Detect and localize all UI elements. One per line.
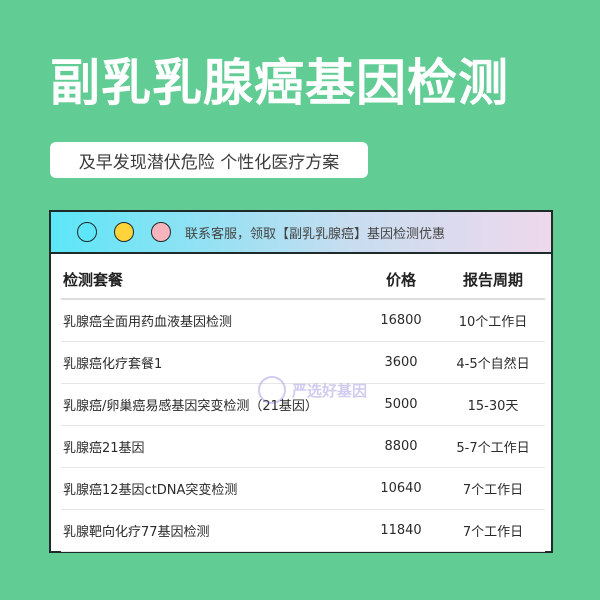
package-name: 乳腺癌12基因ctDNA突变检测 xyxy=(61,467,361,510)
package-price: 11840 xyxy=(361,509,441,552)
package-period: 10个工作日 xyxy=(441,299,545,342)
package-name: 乳腺癌化疗套餐1 xyxy=(61,341,361,384)
package-price: 10640 xyxy=(361,467,441,510)
info-window: 联系客服，领取【副乳乳腺癌】基因检测优惠 检测套餐 价格 报告周期 乳腺癌全面用… xyxy=(49,210,553,553)
package-price: 16800 xyxy=(361,299,441,342)
table-row: 乳腺癌21基因 8800 5-7个工作日 xyxy=(61,425,545,468)
header-package: 检测套餐 xyxy=(61,260,361,300)
subtitle-badge: 及早发现潜伏危险 个性化医疗方案 xyxy=(50,142,368,178)
window-dot-cyan xyxy=(77,222,97,242)
table-row: 乳腺癌全面用药血液基因检测 16800 10个工作日 xyxy=(61,299,545,342)
page-title: 副乳乳腺癌基因检测 xyxy=(50,54,509,112)
package-period: 5-7个工作日 xyxy=(441,425,545,468)
contact-service-text[interactable]: 联系客服，领取【副乳乳腺癌】基因检测优惠 xyxy=(185,223,445,242)
window-dot-yellow xyxy=(114,222,134,242)
table-header-row: 检测套餐 价格 报告周期 xyxy=(61,260,545,300)
package-name: 乳腺癌/卵巢癌易感基因突变检测（21基因） xyxy=(61,383,361,426)
package-price: 5000 xyxy=(361,383,441,426)
window-titlebar: 联系客服，领取【副乳乳腺癌】基因检测优惠 xyxy=(51,212,551,254)
package-table: 检测套餐 价格 报告周期 乳腺癌全面用药血液基因检测 16800 10个工作日 … xyxy=(61,260,545,552)
table-row: 乳腺靶向化疗77基因检测 11840 7个工作日 xyxy=(61,509,545,552)
package-name: 乳腺靶向化疗77基因检测 xyxy=(61,509,361,552)
table-row: 乳腺癌12基因ctDNA突变检测 10640 7个工作日 xyxy=(61,467,545,510)
package-price: 8800 xyxy=(361,425,441,468)
table-row: 乳腺癌/卵巢癌易感基因突变检测（21基因） 5000 15-30天 xyxy=(61,383,545,426)
header-price: 价格 xyxy=(361,260,441,300)
package-period: 7个工作日 xyxy=(441,509,545,552)
window-dot-pink xyxy=(151,222,171,242)
package-period: 7个工作日 xyxy=(441,467,545,510)
package-name: 乳腺癌全面用药血液基因检测 xyxy=(61,299,361,342)
header-report-period: 报告周期 xyxy=(441,260,545,300)
package-price: 3600 xyxy=(361,341,441,384)
package-period: 4-5个自然日 xyxy=(441,341,545,384)
package-name: 乳腺癌21基因 xyxy=(61,425,361,468)
package-period: 15-30天 xyxy=(441,383,545,426)
table-row: 乳腺癌化疗套餐1 3600 4-5个自然日 xyxy=(61,341,545,384)
